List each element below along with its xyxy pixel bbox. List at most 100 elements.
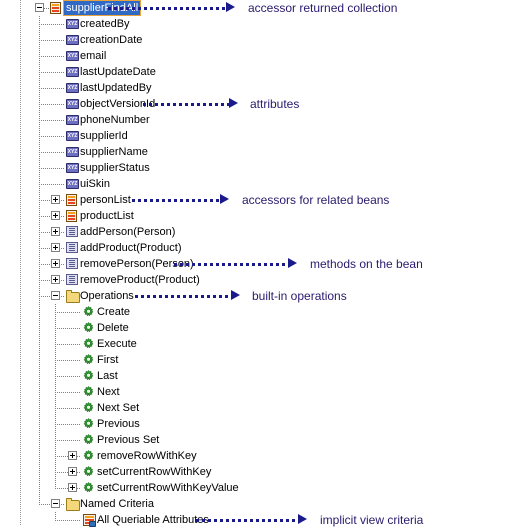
tree-row-label[interactable]: creationDate — [80, 32, 142, 48]
tree-connector — [39, 88, 64, 89]
tree-row-label[interactable]: removeProduct(Product) — [80, 272, 200, 288]
tree-connector — [39, 40, 64, 41]
annotation-dotted-line — [135, 295, 231, 298]
tree-row-label[interactable]: Delete — [97, 320, 129, 336]
annotation-dotted-line — [174, 263, 288, 266]
annotation-dotted-line — [196, 519, 298, 522]
tree-row-label[interactable]: Next — [97, 384, 120, 400]
tree-connector — [39, 24, 64, 25]
tree-row-label[interactable]: uiSkin — [80, 176, 110, 192]
attribute-icon: XYZ — [66, 83, 79, 93]
tree-connector — [39, 104, 64, 105]
annotation-text: accessors for related beans — [242, 193, 390, 207]
tree-row-label[interactable]: addPerson(Person) — [80, 224, 175, 240]
tree-row-label[interactable]: Named Criteria — [80, 496, 154, 512]
tree-connector — [55, 376, 81, 377]
collapse-toggle[interactable] — [51, 499, 60, 508]
tree-connector — [44, 8, 49, 9]
tree-trunk — [39, 16, 40, 505]
operation-gear-icon — [83, 434, 94, 445]
tree-row-label[interactable]: email — [80, 48, 106, 64]
attribute-icon: XYZ — [66, 35, 79, 45]
tree-connector — [39, 184, 64, 185]
expand-toggle[interactable] — [51, 195, 60, 204]
tree-connector — [55, 520, 81, 521]
tree-trunk — [55, 304, 56, 489]
tree-row-label[interactable]: Next Set — [97, 400, 139, 416]
panel-guide-line — [20, 0, 21, 525]
tree-connector — [55, 328, 81, 329]
annotation-arrow-icon — [229, 98, 238, 108]
tree-row-label[interactable]: removeRowWithKey — [97, 448, 197, 464]
tree-connector — [39, 72, 64, 73]
tree-connector — [55, 440, 81, 441]
tree-row-label[interactable]: supplierStatus — [80, 160, 150, 176]
collapse-toggle[interactable] — [51, 291, 60, 300]
attribute-icon: XYZ — [66, 67, 79, 77]
tree-connector — [55, 360, 81, 361]
method-icon — [66, 258, 78, 269]
folder-icon — [66, 498, 80, 511]
tree-row-label[interactable]: Operations — [80, 288, 134, 304]
tree-row-label[interactable]: Create — [97, 304, 130, 320]
tree-row-label[interactable]: setCurrentRowWithKey — [97, 464, 211, 480]
collapse-toggle[interactable] — [35, 3, 44, 12]
tree-connector — [39, 56, 64, 57]
tree-row-label[interactable]: All Queriable Attributes — [97, 512, 209, 528]
tree-row-label[interactable]: personList — [80, 192, 131, 208]
annotation-text: built-in operations — [252, 289, 347, 303]
tree-connector — [55, 424, 81, 425]
expand-toggle[interactable] — [68, 483, 77, 492]
tree-row-label[interactable]: First — [97, 352, 118, 368]
tree-row-label[interactable]: createdBy — [80, 16, 130, 32]
annotation-text: attributes — [250, 97, 300, 111]
annotation-arrow-icon — [226, 2, 235, 12]
expand-toggle[interactable] — [68, 451, 77, 460]
tree-row-label[interactable]: supplierName — [80, 144, 148, 160]
operation-gear-icon — [83, 418, 94, 429]
tree-row-label[interactable]: productList — [80, 208, 134, 224]
tree-row-label[interactable]: setCurrentRowWithKeyValue — [97, 480, 239, 496]
attribute-icon: XYZ — [66, 131, 79, 141]
attribute-icon: XYZ — [66, 163, 79, 173]
tree-connector — [39, 136, 64, 137]
tree-row-label[interactable]: addProduct(Product) — [80, 240, 182, 256]
tree-connector — [39, 152, 64, 153]
tree-row-label[interactable]: supplierId — [80, 128, 128, 144]
operation-gear-icon — [83, 306, 94, 317]
annotation-text: methods on the bean — [310, 257, 423, 271]
collection-icon — [50, 2, 61, 14]
operation-gear-icon — [83, 370, 94, 381]
operation-gear-icon — [83, 482, 94, 493]
tree-connector — [55, 344, 81, 345]
attribute-icon: XYZ — [66, 147, 79, 157]
expand-toggle[interactable] — [51, 227, 60, 236]
expand-toggle[interactable] — [68, 467, 77, 476]
annotation-arrow-icon — [298, 514, 307, 524]
collection-icon — [66, 210, 77, 222]
operation-gear-icon — [83, 338, 94, 349]
collection-icon — [66, 194, 77, 206]
expand-toggle[interactable] — [51, 259, 60, 268]
expand-toggle[interactable] — [51, 243, 60, 252]
operation-gear-icon — [83, 450, 94, 461]
tree-row-label[interactable]: Execute — [97, 336, 137, 352]
tree-row-label[interactable]: Previous — [97, 416, 140, 432]
expand-toggle[interactable] — [51, 211, 60, 220]
folder-icon — [66, 290, 80, 303]
tree-row-label[interactable]: lastUpdateDate — [80, 64, 156, 80]
tree-row-label[interactable]: phoneNumber — [80, 112, 150, 128]
tree-trunk — [55, 512, 56, 521]
tree-connector — [39, 168, 64, 169]
attribute-icon: XYZ — [66, 19, 79, 29]
tree-row-label[interactable]: Previous Set — [97, 432, 159, 448]
tree-row-label[interactable]: Last — [97, 368, 118, 384]
tree-connector — [55, 392, 81, 393]
annotation-dotted-line — [132, 199, 220, 202]
operation-gear-icon — [83, 402, 94, 413]
expand-toggle[interactable] — [51, 275, 60, 284]
method-icon — [66, 226, 78, 237]
tree-row-label[interactable]: lastUpdatedBy — [80, 80, 152, 96]
tree-connector — [55, 408, 81, 409]
annotation-dotted-line — [143, 103, 229, 106]
